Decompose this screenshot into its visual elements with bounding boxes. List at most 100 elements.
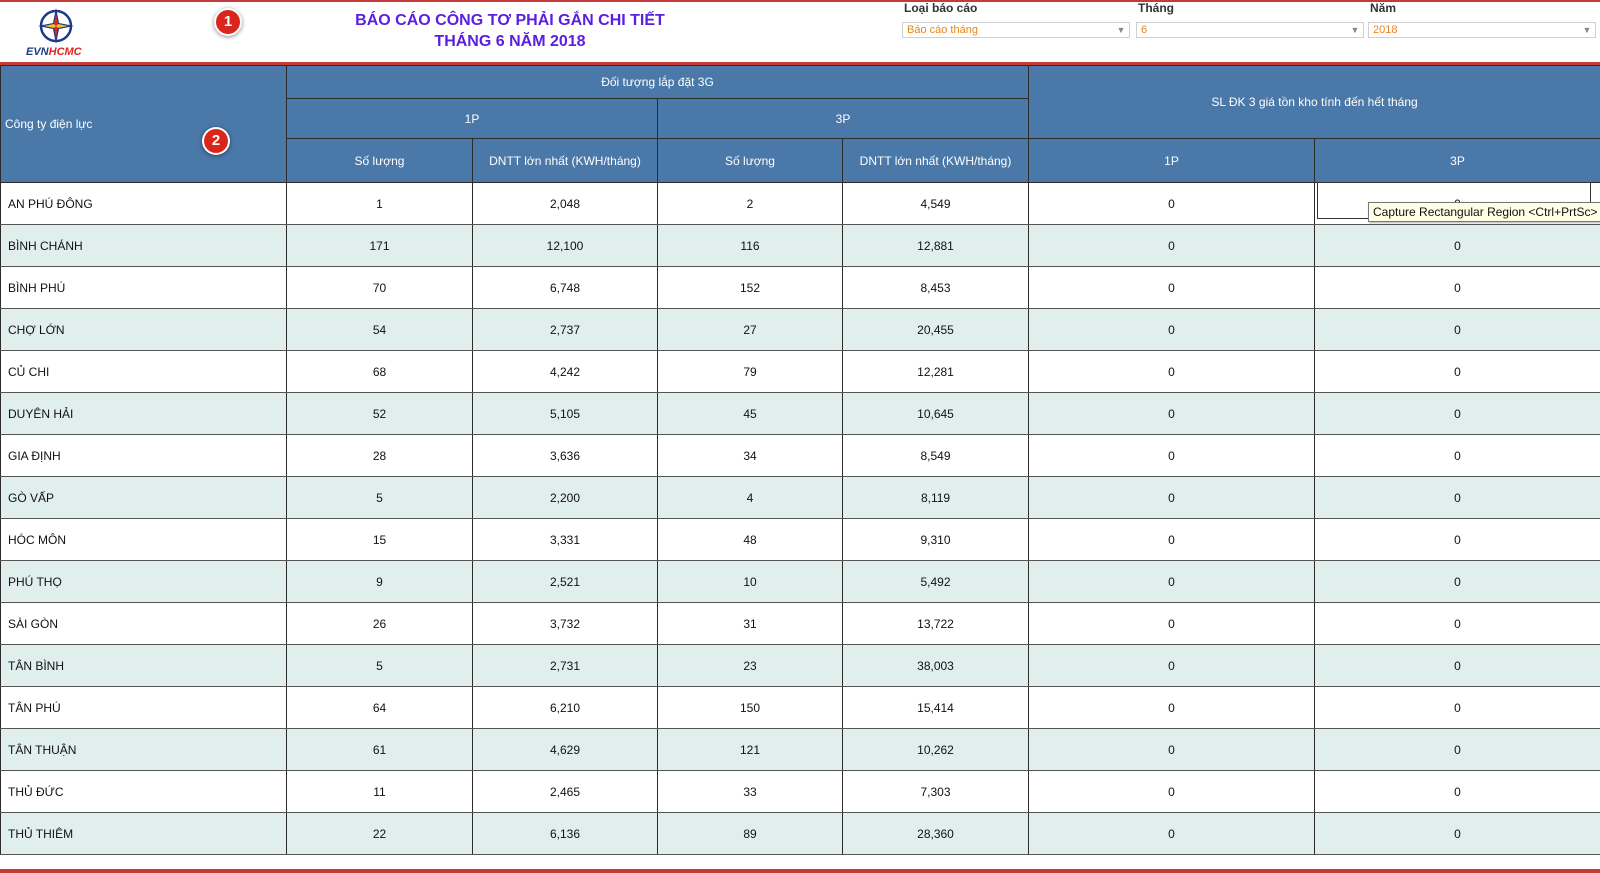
cell-d3[interactable]: 38,003 xyxy=(841,644,1030,687)
cell-d3[interactable]: 15,414 xyxy=(841,686,1030,729)
cell-name[interactable]: THỦ ĐỨC xyxy=(0,770,287,813)
cell-q3[interactable]: 31 xyxy=(657,602,843,645)
cell-d3[interactable]: 4,549 xyxy=(841,182,1030,225)
cell-q1[interactable]: 11 xyxy=(286,770,473,813)
cell-s1[interactable]: 0 xyxy=(1028,434,1316,477)
cell-name[interactable]: GIA ĐỊNH xyxy=(0,434,287,477)
cell-d1[interactable]: 12,100 xyxy=(472,224,658,267)
cell-d1[interactable]: 5,105 xyxy=(472,392,658,435)
cell-d3[interactable]: 8,119 xyxy=(841,476,1030,519)
cell-d3[interactable]: 28,360 xyxy=(841,812,1030,855)
cell-s3[interactable]: 0 xyxy=(1314,308,1600,351)
chevron-down-icon[interactable]: ▼ xyxy=(1349,23,1361,37)
cell-d1[interactable]: 2,737 xyxy=(472,308,658,351)
cell-q3[interactable]: 79 xyxy=(657,350,843,393)
cell-s1[interactable]: 0 xyxy=(1028,728,1316,771)
cell-s1[interactable]: 0 xyxy=(1028,350,1316,393)
cell-d1[interactable]: 3,331 xyxy=(472,518,658,561)
cell-q1[interactable]: 28 xyxy=(286,434,473,477)
cell-q1[interactable]: 70 xyxy=(286,266,473,309)
cell-name[interactable]: BÌNH PHÚ xyxy=(0,266,287,309)
cell-q1[interactable]: 52 xyxy=(286,392,473,435)
cell-q1[interactable]: 26 xyxy=(286,602,473,645)
cell-s1[interactable]: 0 xyxy=(1028,602,1316,645)
cell-s1[interactable]: 0 xyxy=(1028,308,1316,351)
cell-s3[interactable]: 0 xyxy=(1314,812,1600,855)
cell-s3[interactable]: 0 xyxy=(1314,728,1600,771)
cell-d1[interactable]: 6,748 xyxy=(472,266,658,309)
cell-d3[interactable]: 5,492 xyxy=(841,560,1030,603)
cell-name[interactable]: GÒ VẤP xyxy=(0,476,287,519)
cell-d1[interactable]: 2,465 xyxy=(472,770,658,813)
cell-s3[interactable]: 0 xyxy=(1314,476,1600,519)
cell-s1[interactable]: 0 xyxy=(1028,266,1316,309)
cell-name[interactable]: HÓC MÔN xyxy=(0,518,287,561)
cell-name[interactable]: AN PHÚ ĐÔNG xyxy=(0,182,287,225)
cell-s3[interactable]: 0 xyxy=(1314,350,1600,393)
cell-s1[interactable]: 0 xyxy=(1028,644,1316,687)
cell-q1[interactable]: 9 xyxy=(286,560,473,603)
cell-name[interactable]: BÌNH CHÁNH xyxy=(0,224,287,267)
cell-q3[interactable]: 10 xyxy=(657,560,843,603)
cell-q1[interactable]: 171 xyxy=(286,224,473,267)
cell-q3[interactable]: 27 xyxy=(657,308,843,351)
cell-d3[interactable]: 10,262 xyxy=(841,728,1030,771)
cell-q3[interactable]: 33 xyxy=(657,770,843,813)
cell-d1[interactable]: 4,242 xyxy=(472,350,658,393)
chevron-down-icon[interactable]: ▼ xyxy=(1581,23,1593,37)
cell-d1[interactable]: 2,731 xyxy=(472,644,658,687)
cell-q1[interactable]: 54 xyxy=(286,308,473,351)
cell-name[interactable]: TÂN PHÚ xyxy=(0,686,287,729)
cell-d1[interactable]: 3,732 xyxy=(472,602,658,645)
cell-name[interactable]: CHỢ LỚN xyxy=(0,308,287,351)
cell-s3[interactable]: 0 xyxy=(1314,518,1600,561)
cell-s1[interactable]: 0 xyxy=(1028,518,1316,561)
cell-name[interactable]: DUYÊN HẢI xyxy=(0,392,287,435)
cell-s3[interactable]: 0 xyxy=(1314,560,1600,603)
cell-q1[interactable]: 1 xyxy=(286,182,473,225)
cell-d1[interactable]: 2,048 xyxy=(472,182,658,225)
cell-s1[interactable]: 0 xyxy=(1028,686,1316,729)
report-type-select[interactable]: Báo cáo tháng ▼ xyxy=(902,22,1130,38)
month-select[interactable]: 6 ▼ xyxy=(1136,22,1364,38)
cell-d1[interactable]: 2,200 xyxy=(472,476,658,519)
cell-q3[interactable]: 48 xyxy=(657,518,843,561)
cell-d1[interactable]: 3,636 xyxy=(472,434,658,477)
cell-name[interactable]: TÂN THUẬN xyxy=(0,728,287,771)
year-select[interactable]: 2018 ▼ xyxy=(1368,22,1596,38)
cell-q3[interactable]: 2 xyxy=(657,182,843,225)
cell-s3[interactable]: 0 xyxy=(1314,224,1600,267)
cell-q1[interactable]: 64 xyxy=(286,686,473,729)
cell-d3[interactable]: 8,549 xyxy=(841,434,1030,477)
chevron-down-icon[interactable]: ▼ xyxy=(1115,23,1127,37)
cell-name[interactable]: PHÚ THỌ xyxy=(0,560,287,603)
cell-d3[interactable]: 8,453 xyxy=(841,266,1030,309)
cell-name[interactable]: CỦ CHI xyxy=(0,350,287,393)
cell-d3[interactable]: 10,645 xyxy=(841,392,1030,435)
cell-s3[interactable]: 0 xyxy=(1314,392,1600,435)
cell-q3[interactable]: 4 xyxy=(657,476,843,519)
cell-name[interactable]: THỦ THIÊM xyxy=(0,812,287,855)
cell-s3[interactable]: 0 xyxy=(1314,644,1600,687)
cell-q3[interactable]: 89 xyxy=(657,812,843,855)
cell-name[interactable]: SÀI GÒN xyxy=(0,602,287,645)
cell-s1[interactable]: 0 xyxy=(1028,224,1316,267)
cell-s1[interactable]: 0 xyxy=(1028,392,1316,435)
cell-d1[interactable]: 4,629 xyxy=(472,728,658,771)
cell-q3[interactable]: 116 xyxy=(657,224,843,267)
cell-q1[interactable]: 15 xyxy=(286,518,473,561)
cell-s3[interactable]: 0 xyxy=(1314,686,1600,729)
cell-q3[interactable]: 121 xyxy=(657,728,843,771)
cell-s1[interactable]: 0 xyxy=(1028,182,1316,225)
cell-d1[interactable]: 6,210 xyxy=(472,686,658,729)
cell-q3[interactable]: 150 xyxy=(657,686,843,729)
cell-s1[interactable]: 0 xyxy=(1028,476,1316,519)
cell-s1[interactable]: 0 xyxy=(1028,560,1316,603)
cell-s3[interactable]: 0 xyxy=(1314,434,1600,477)
cell-q1[interactable]: 61 xyxy=(286,728,473,771)
cell-s1[interactable]: 0 xyxy=(1028,770,1316,813)
cell-q1[interactable]: 5 xyxy=(286,476,473,519)
cell-q1[interactable]: 5 xyxy=(286,644,473,687)
cell-q3[interactable]: 23 xyxy=(657,644,843,687)
cell-d3[interactable]: 12,881 xyxy=(841,224,1030,267)
